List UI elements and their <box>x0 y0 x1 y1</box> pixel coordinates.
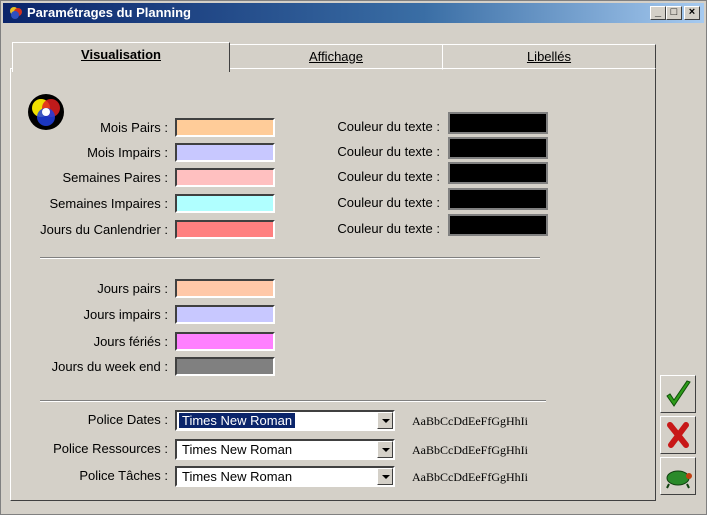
day-color-swatch[interactable] <box>175 305 275 324</box>
text-color-label: Couleur du texte : <box>337 169 440 184</box>
font-label: Police Tâches : <box>79 468 168 483</box>
tab-label: Libellés <box>526 49 572 64</box>
font-label: Police Ressources : <box>53 441 168 456</box>
color-swatch[interactable] <box>175 220 275 239</box>
font-sample-text: AaBbCcDdEeFfGgHhIi <box>412 414 528 428</box>
text-color-label: Couleur du texte : <box>337 144 440 159</box>
color-label: Jours du Canlendrier : <box>40 222 168 237</box>
color-label: Mois Impairs : <box>87 145 168 160</box>
color-label: Semaines Impaires : <box>49 196 169 211</box>
day-color-swatch[interactable] <box>175 332 275 351</box>
separator <box>40 257 540 259</box>
title-bar: Paramétrages du Planning _ □ × <box>3 3 704 23</box>
text-color-label: Couleur du texte : <box>337 119 440 134</box>
day-color-swatch[interactable] <box>175 357 275 376</box>
font-select-value: Times New Roman <box>182 442 293 457</box>
font-select[interactable]: Times New Roman <box>175 439 395 460</box>
day-color-label: Jours du week end : <box>51 359 168 374</box>
tab-libelles[interactable]: Libellés <box>442 44 656 70</box>
close-button[interactable]: × <box>684 6 700 20</box>
text-color-swatch[interactable] <box>448 162 548 184</box>
color-swatch[interactable] <box>175 194 275 213</box>
day-color-swatch[interactable] <box>175 279 275 298</box>
chevron-down-icon[interactable] <box>377 441 393 458</box>
window-title: Paramétrages du Planning <box>27 5 191 20</box>
tab-label: Visualisation <box>81 47 161 62</box>
color-label: Semaines Paires : <box>62 170 169 185</box>
font-select-value: Times New Roman <box>177 412 297 429</box>
tab-label: Affichage <box>309 49 363 64</box>
text-color-swatch[interactable] <box>448 214 548 236</box>
cancel-button[interactable] <box>660 416 696 454</box>
tab-visualisation[interactable]: Visualisation <box>12 42 230 72</box>
color-swatch[interactable] <box>175 168 275 187</box>
separator <box>40 400 546 402</box>
text-color-label: Couleur du texte : <box>337 221 440 236</box>
checkmark-icon <box>666 380 691 407</box>
text-color-swatch[interactable] <box>448 188 548 210</box>
text-color-swatch[interactable] <box>448 112 548 134</box>
day-color-label: Jours fériés : <box>93 334 168 349</box>
text-color-label: Couleur du texte : <box>337 195 440 210</box>
maximize-button[interactable]: □ <box>666 6 682 20</box>
color-swatch[interactable] <box>175 143 275 162</box>
tab-affichage[interactable]: Affichage <box>228 44 444 70</box>
day-color-label: Jours pairs : <box>97 281 168 296</box>
font-sample-text: AaBbCcDdEeFfGgHhIi <box>412 470 528 484</box>
font-select[interactable]: Times New Roman <box>175 410 395 431</box>
font-label: Police Dates : <box>87 412 168 427</box>
text-color-swatch[interactable] <box>448 137 548 159</box>
chevron-down-icon[interactable] <box>377 412 393 429</box>
color-palette-icon <box>28 94 64 130</box>
cross-icon <box>667 422 689 448</box>
font-select-value: Times New Roman <box>182 469 293 484</box>
turtle-icon <box>666 470 692 489</box>
help-button[interactable] <box>660 457 696 495</box>
palette-app-icon <box>10 7 22 19</box>
font-select[interactable]: Times New Roman <box>175 466 395 487</box>
confirm-button[interactable] <box>660 375 696 413</box>
minimize-button[interactable]: _ <box>650 6 666 20</box>
chevron-down-icon[interactable] <box>377 468 393 485</box>
font-sample-text: AaBbCcDdEeFfGgHhIi <box>412 443 528 457</box>
day-color-label: Jours impairs : <box>83 307 168 322</box>
color-label: Mois Pairs : <box>100 120 168 135</box>
color-swatch[interactable] <box>175 118 275 137</box>
